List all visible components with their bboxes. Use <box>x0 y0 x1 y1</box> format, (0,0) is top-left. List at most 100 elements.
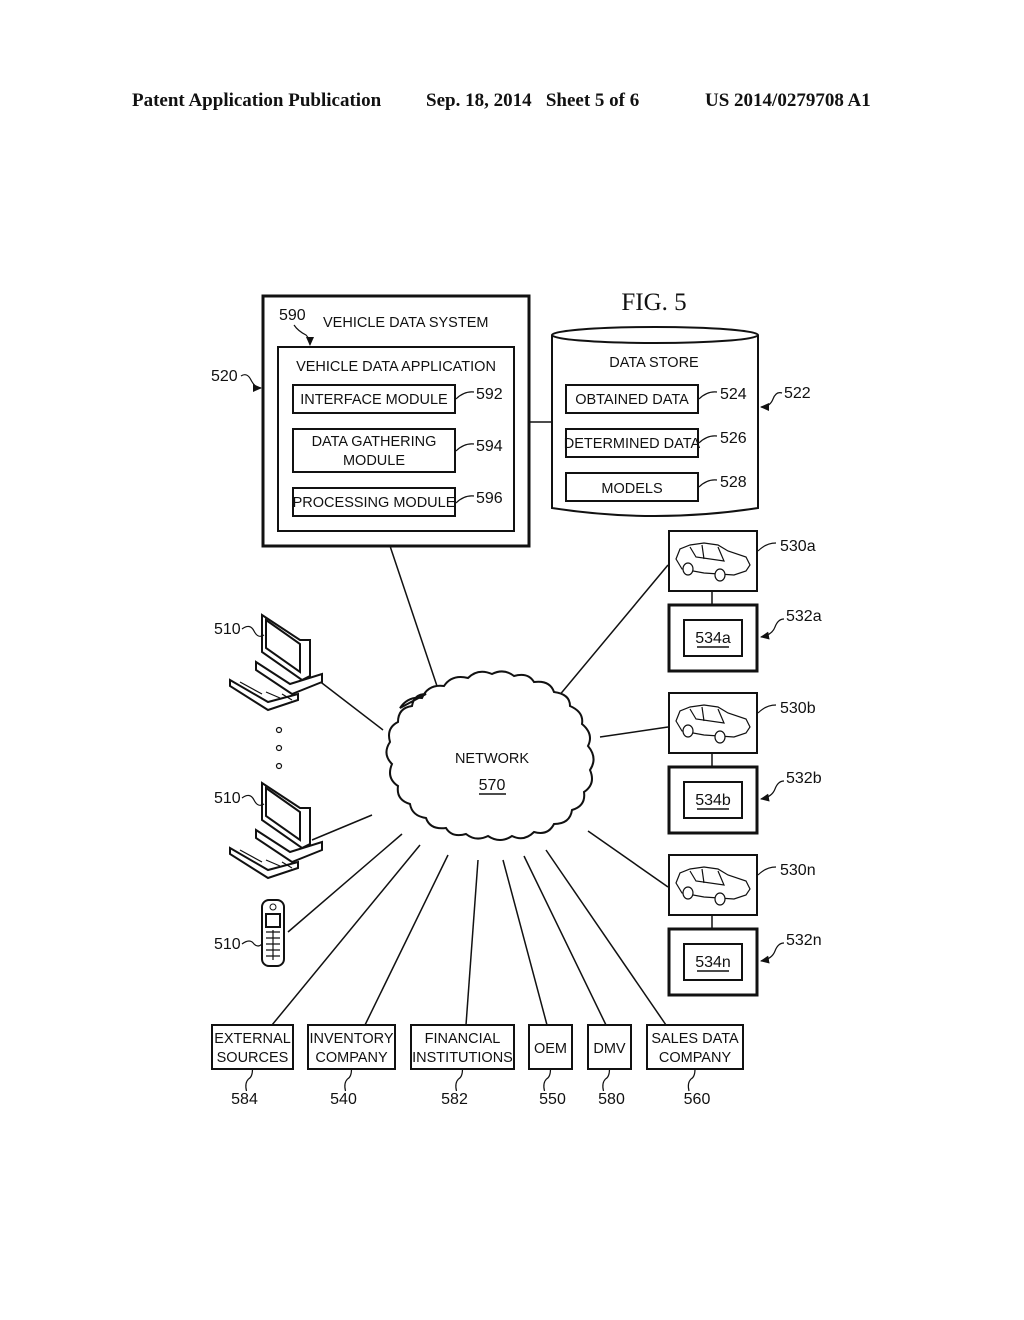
obtained-data-label: OBTAINED DATA <box>575 392 689 408</box>
link-system-network <box>389 545 441 696</box>
entity-label-line1: FINANCIAL <box>425 1031 501 1047</box>
entity-label-line2: COMPANY <box>315 1050 388 1066</box>
network-label: NETWORK <box>455 751 529 767</box>
link-network-540 <box>364 854 449 1026</box>
entity-ref: 584 <box>231 1091 258 1108</box>
ref-leader <box>757 704 777 714</box>
figure-title: FIG. 5 <box>621 289 686 316</box>
entity-label: OEM <box>534 1041 567 1057</box>
vehicle-device-inner-ref: 534n <box>695 954 731 971</box>
ref-590: 590 <box>279 307 306 324</box>
entity-ref-leader <box>602 1068 611 1092</box>
vehicle-unit-530n: 530n 534n 532n <box>667 854 822 997</box>
link-network-computer-2 <box>311 814 373 841</box>
ref-arrow <box>760 780 785 802</box>
dot <box>275 726 283 734</box>
entity-ref-leader <box>687 1068 696 1092</box>
vehicle-unit-530a: 530a 534a 532a <box>667 530 822 673</box>
ref-510-leader <box>241 940 263 947</box>
data-gathering-module-label-2: MODULE <box>343 453 405 469</box>
vehicle-data-system-title: VEHICLE DATA SYSTEM <box>323 315 488 331</box>
ref-510-phone: 510 <box>214 936 241 953</box>
ref-522: 522 <box>784 385 811 402</box>
determined-data-label: DETERMINED DATA <box>564 436 701 452</box>
ref-leader <box>757 542 777 552</box>
interface-module-label: INTERFACE MODULE <box>300 392 448 408</box>
vehicle-data-system: VEHICLE DATA SYSTEM 590 VEHICLE DATA APP… <box>211 294 531 548</box>
vehicle-ref: 530b <box>780 700 816 717</box>
entity-label-line1: EXTERNAL <box>214 1031 291 1047</box>
entity-label-line2: INSTITUTIONS <box>412 1050 513 1066</box>
vehicle-unit-530b: 530b 534b 532b <box>667 692 822 835</box>
link-network-computer-1 <box>317 679 384 731</box>
client-device-phone: 510 <box>214 899 285 967</box>
data-store-title: DATA STORE <box>609 355 699 371</box>
models-label: MODELS <box>601 481 662 497</box>
entity-ref-leader <box>455 1068 464 1092</box>
entity-ref-leader <box>543 1068 552 1092</box>
ref-510-computer-2: 510 <box>214 790 241 807</box>
dot <box>275 744 283 752</box>
data-store-cylinder-top <box>551 326 759 344</box>
entity-label-line1: INVENTORY <box>309 1031 393 1047</box>
desktop-computer-icon <box>229 613 323 712</box>
vehicle-device-inner-ref: 534a <box>695 630 731 647</box>
link-network-530a <box>557 564 669 698</box>
mobile-phone-icon <box>261 899 285 967</box>
link-network-530n <box>587 830 669 888</box>
dot <box>275 762 283 770</box>
ref-596: 596 <box>476 490 503 507</box>
entity-ref: 540 <box>330 1091 357 1108</box>
entity-ref: 560 <box>684 1091 711 1108</box>
ref-arrow <box>760 942 785 964</box>
figure-5-diagram: VEHICLE DATA SYSTEM 590 VEHICLE DATA APP… <box>211 289 822 1108</box>
link-network-584 <box>271 844 421 1026</box>
network-cloud: NETWORK 570 <box>385 670 595 841</box>
ref-594: 594 <box>476 438 503 455</box>
entity-580: DMV 580 <box>587 1024 632 1108</box>
vehicle-device-ref: 532a <box>786 608 822 625</box>
entity-584: EXTERNAL SOURCES 584 <box>211 1024 294 1108</box>
vehicle-box <box>668 854 758 916</box>
ref-520-arrow <box>240 374 262 392</box>
vehicle-device-inner-ref: 534b <box>695 792 731 809</box>
entity-ref: 580 <box>598 1091 625 1108</box>
entity-label-line2: COMPANY <box>659 1050 732 1066</box>
ref-leader <box>757 866 777 876</box>
entity-550: OEM 550 <box>528 1024 573 1108</box>
vehicle-device-ref: 532b <box>786 770 822 787</box>
entity-label-line2: SOURCES <box>217 1050 289 1066</box>
entity-ref: 582 <box>441 1091 468 1108</box>
entity-ref-leader <box>344 1068 353 1092</box>
ref-arrow <box>760 618 785 640</box>
entity-ref-leader <box>245 1068 254 1092</box>
vehicle-box <box>668 692 758 754</box>
entity-label: DMV <box>593 1041 626 1057</box>
ref-510-leader <box>241 625 265 637</box>
ref-510-leader <box>241 794 265 806</box>
entity-540: INVENTORY COMPANY 540 <box>307 1024 396 1108</box>
ref-520: 520 <box>211 368 238 385</box>
ref-528: 528 <box>720 474 747 491</box>
data-store: DATA STORE OBTAINED DATA 524 DETERMINED … <box>551 326 811 517</box>
ref-510-computer-1: 510 <box>214 621 241 638</box>
link-network-580 <box>523 855 607 1026</box>
entity-560: SALES DATA COMPANY 560 <box>646 1024 744 1108</box>
data-gathering-module-label-1: DATA GATHERING <box>312 434 437 450</box>
ref-526: 526 <box>720 430 747 447</box>
ref-524: 524 <box>720 386 747 403</box>
entity-ref: 550 <box>539 1091 566 1108</box>
processing-module-label: PROCESSING MODULE <box>293 495 456 511</box>
vehicles-group: 530a 534a 532a 530b 534b 532b 530n 534n 532n <box>667 530 822 997</box>
link-network-582 <box>465 859 479 1026</box>
vehicle-device-ref: 532n <box>786 932 822 949</box>
ellipsis-dots <box>275 726 283 770</box>
link-network-550 <box>502 859 548 1026</box>
vehicle-box <box>668 530 758 592</box>
entity-582: FINANCIAL INSTITUTIONS 582 <box>410 1024 515 1108</box>
ref-522-arrow <box>760 392 783 411</box>
client-device-computer-2: 510 <box>214 781 323 880</box>
link-network-530b <box>599 726 669 738</box>
vehicle-ref: 530a <box>780 538 816 555</box>
client-device-computer-1: 510 <box>214 613 323 712</box>
